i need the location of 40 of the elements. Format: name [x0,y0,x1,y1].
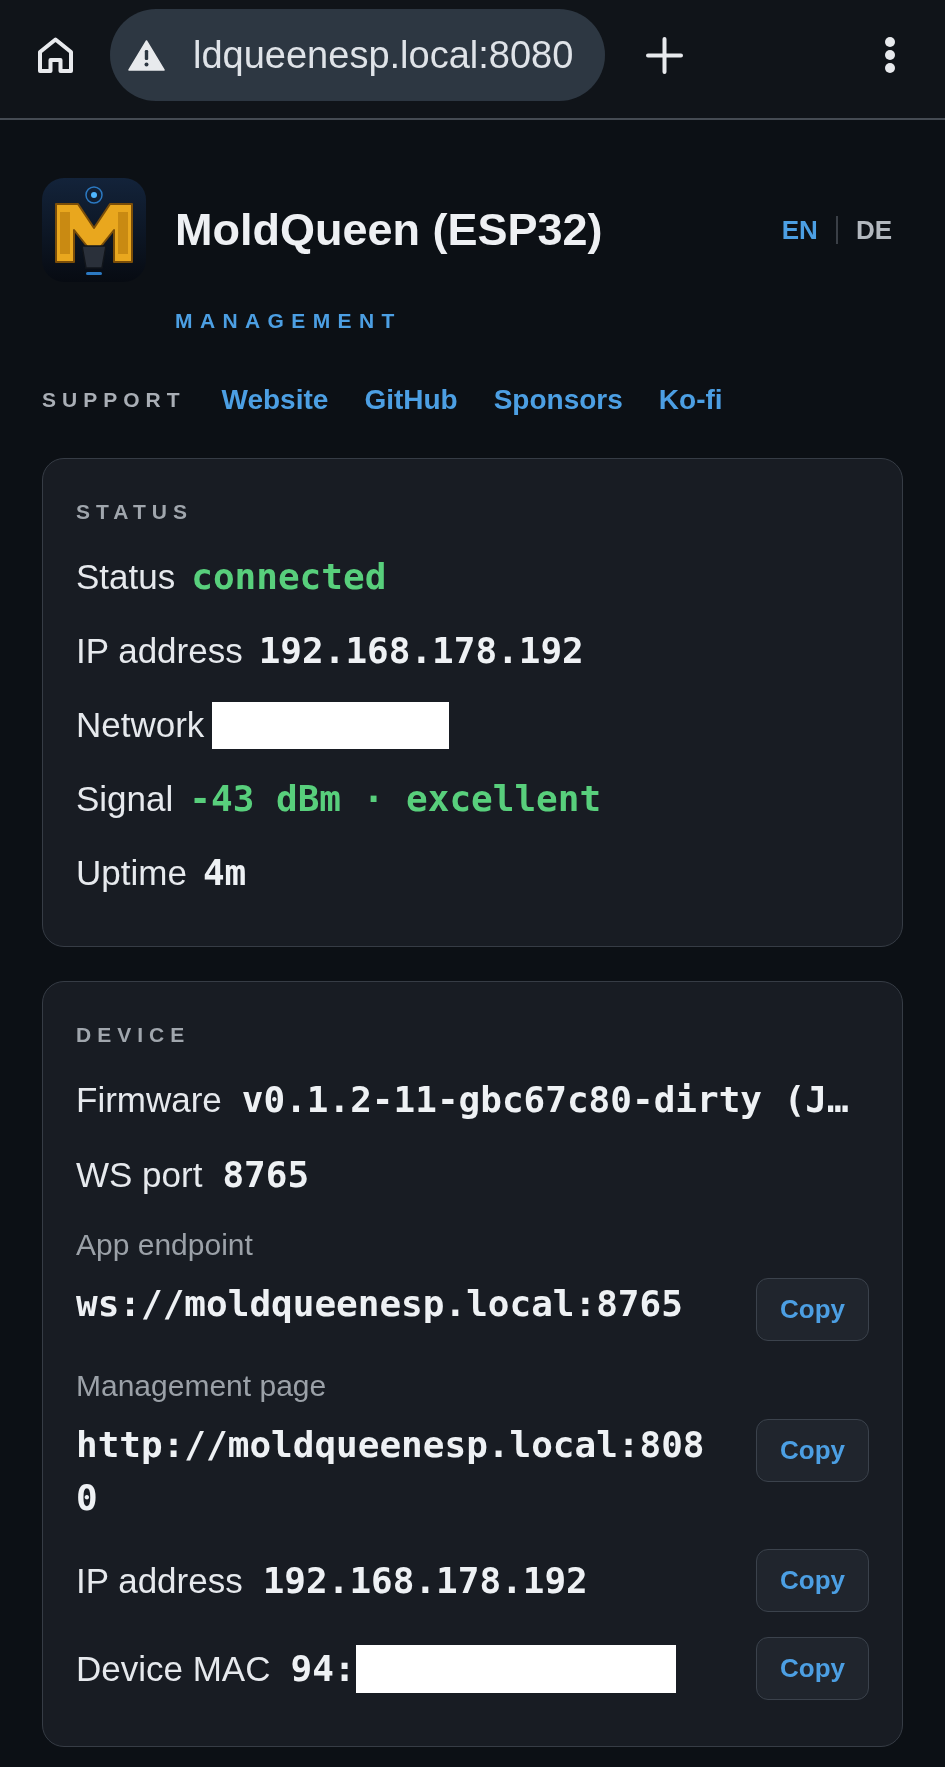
address-bar[interactable]: ldqueenesp.local:8080 [110,9,605,101]
info-value: ws://moldqueenesp.local:8765 [76,1282,684,1326]
copy-button[interactable]: Copy [756,1419,869,1482]
info-value: 4m [202,851,247,895]
info-label: Signal [76,778,174,820]
plus-icon[interactable] [646,36,683,74]
language-option[interactable]: EN [781,213,818,247]
info-value: 94: [290,1646,356,1691]
info-value: -43 dBm · excellent [189,777,602,821]
support-link[interactable]: Sponsors [493,382,623,418]
card-title: STATUS [76,499,194,525]
copy-button[interactable]: Copy [756,1549,869,1612]
home-icon[interactable] [37,36,74,74]
app-title: MoldQueen (ESP32) [175,203,604,257]
support-link[interactable]: Ko-fi [658,382,723,418]
support-link[interactable]: Website [221,382,329,418]
copy-button[interactable]: Copy [756,1637,869,1700]
field-caption: App endpoint [76,1227,254,1263]
info-value: 192.168.178.192 [262,1558,588,1603]
info-label: WS port [76,1154,203,1196]
menu-icon[interactable] [884,37,896,73]
copy-button[interactable]: Copy [756,1278,869,1341]
info-value: http://moldqueenesp.local:8080 [76,1423,706,1520]
info-label: IP address [76,1559,243,1602]
info-value: 8765 [222,1153,310,1197]
info-label: Firmware [76,1079,222,1121]
info-label: Device MAC [76,1647,271,1690]
language-option[interactable]: DE [855,213,892,247]
field-caption: Management page [76,1368,328,1404]
support-label: SUPPORT [42,387,186,413]
info-label: Status [76,556,176,598]
info-value: v0.1.2-11-gbc67c80-dirty (J… [241,1078,849,1122]
support-link[interactable]: GitHub [364,382,458,418]
page-subtitle: MANAGEMENT [175,308,403,334]
info-label: Uptime [76,852,187,894]
info-label: IP address [76,630,243,672]
card-title: DEVICE [76,1022,192,1048]
info-label: Network [76,704,205,746]
info-value: connected [191,555,387,599]
info-value: 192.168.178.192 [258,629,584,673]
